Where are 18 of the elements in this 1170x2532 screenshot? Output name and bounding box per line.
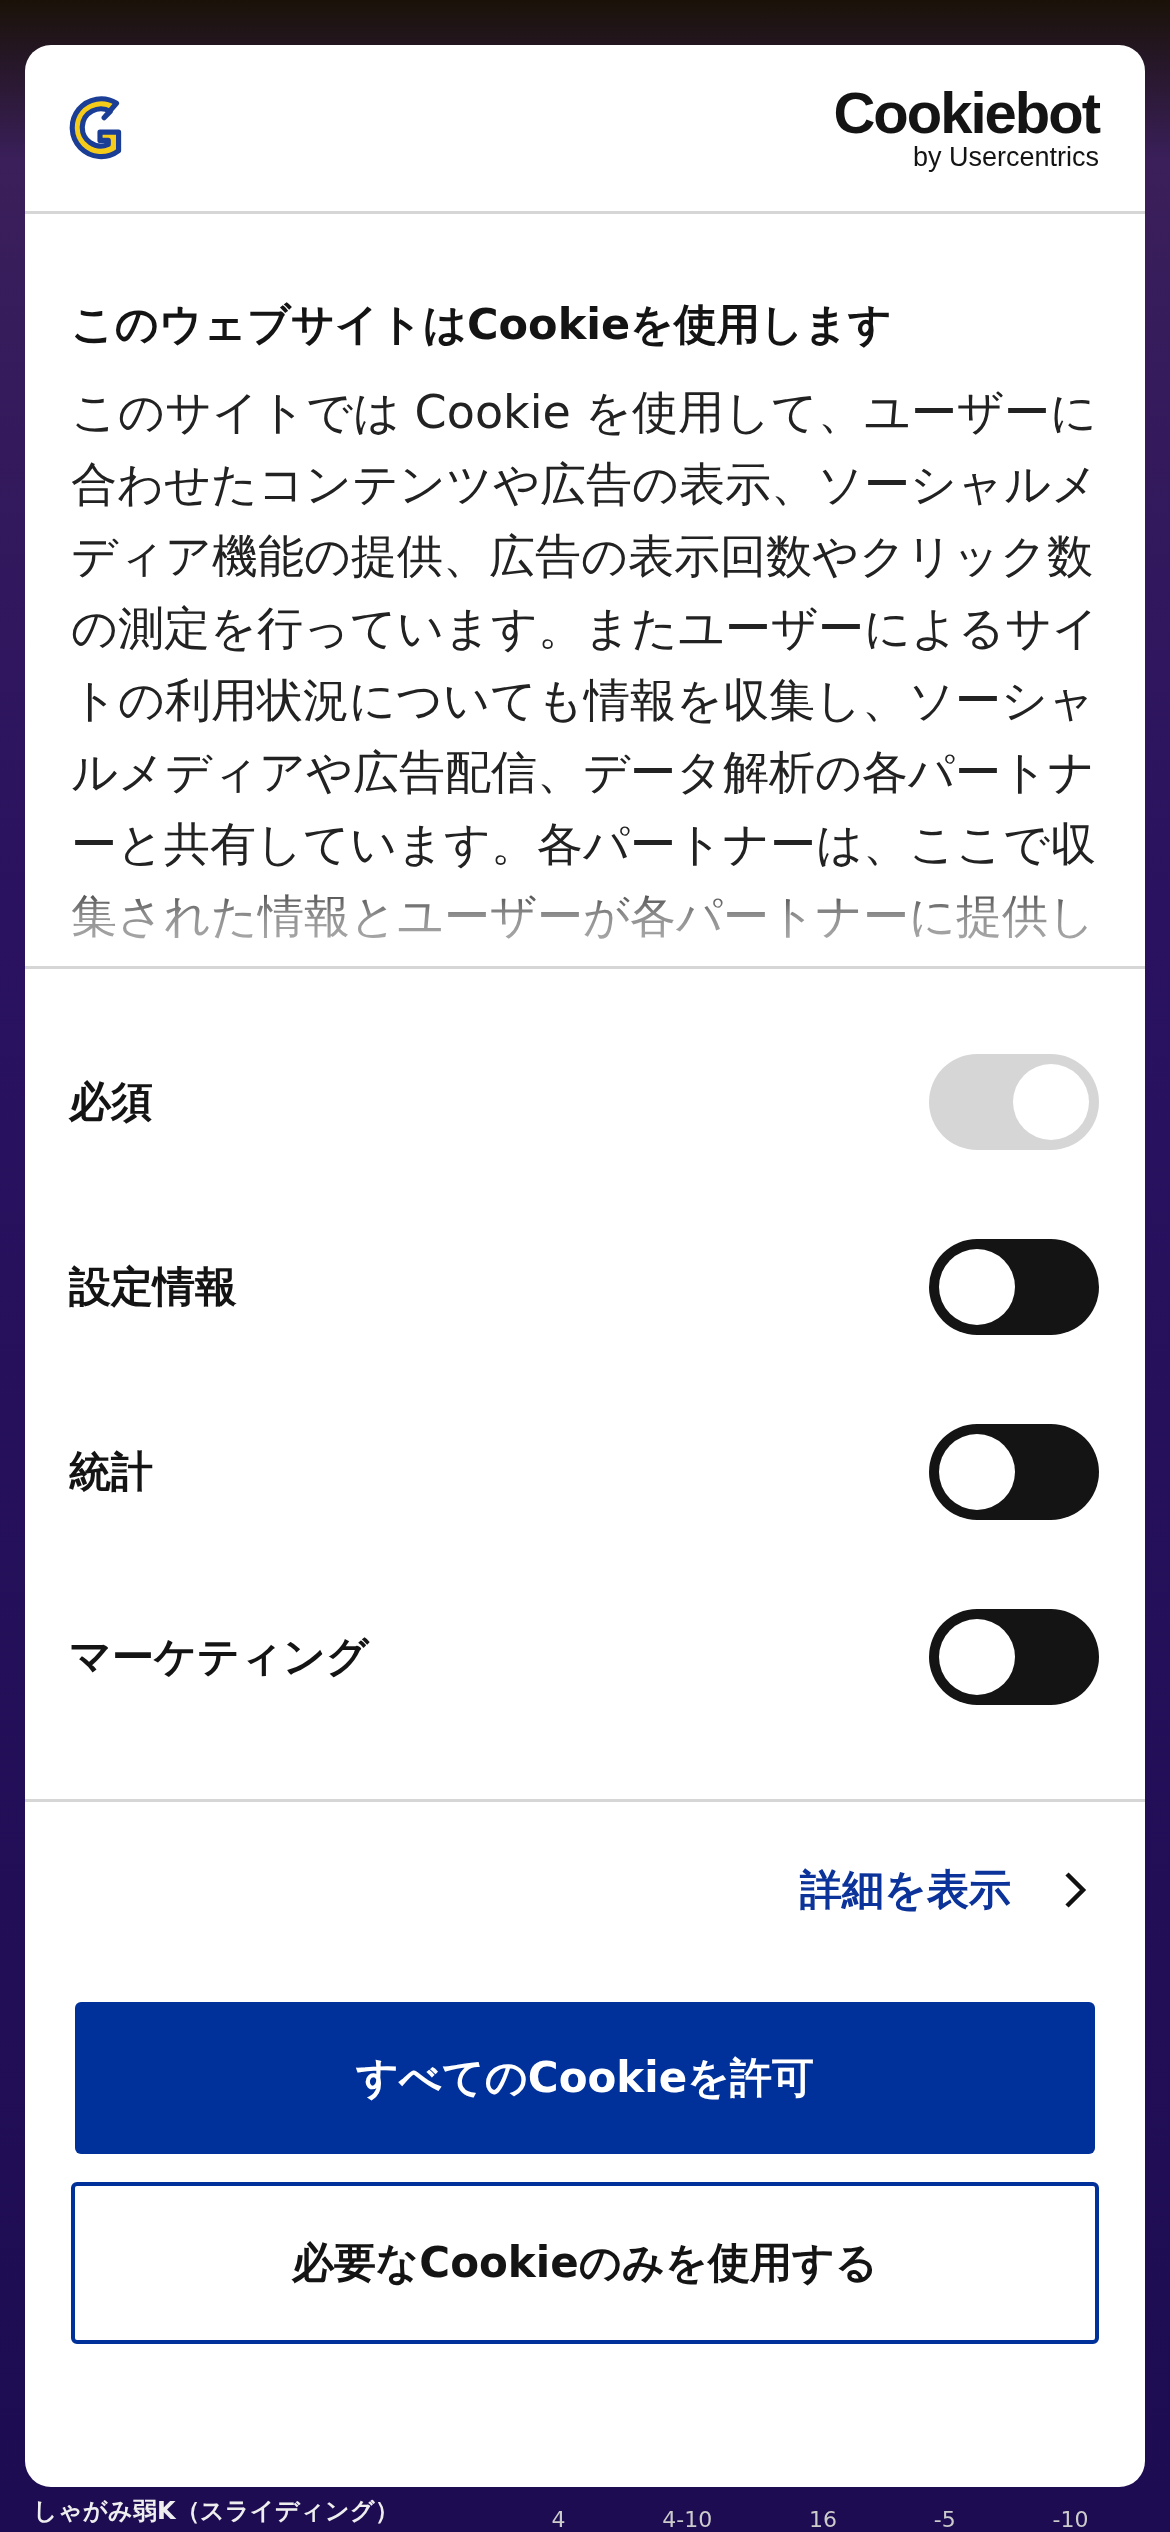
- table-cell: 4: [551, 2507, 566, 2532]
- chevron-right-icon[interactable]: [1063, 1870, 1087, 1910]
- toggle-label: 設定情報: [69, 1260, 237, 1313]
- dialog-title: このウェブサイトはCookieを使用します: [71, 298, 894, 351]
- toggle-label: 統計: [69, 1445, 153, 1498]
- brand-byline: by Usercentrics: [912, 142, 1099, 172]
- allow-all-button[interactable]: すべてのCookieを許可: [75, 2002, 1095, 2154]
- table-cell: 4-10: [662, 2507, 713, 2532]
- toggle-label: マーケティング: [69, 1630, 369, 1683]
- brand-name: Cookiebot: [833, 84, 1099, 142]
- toggle-label: 必須: [69, 1075, 153, 1128]
- table-cell: -5: [933, 2507, 956, 2532]
- details-link[interactable]: 詳細を表示: [800, 1862, 1011, 1918]
- table-cell: -10: [1052, 2507, 1089, 2532]
- dialog-body: このサイトでは Cookie を使用して、ユーザーに合わせたコンテンツや広告の表示、ソーシャルメディア機能の提供、広告の表示回数やクリック数の測定を行っています。またユーザーによるサイトの利用状況についても情報を収集し、ソーシャルメディアや広告配信、データ解析の各パートナーと共有しています。各パートナーは、ここで収集された情報とユーザーが各パートナーに提供し: [71, 384, 1100, 945]
- necessary-only-button[interactable]: 必要なCookieのみを使用する: [71, 2182, 1099, 2344]
- row-label: しゃがみ弱K（スライディング）: [33, 2496, 400, 2527]
- table-cell: 16: [809, 2507, 837, 2532]
